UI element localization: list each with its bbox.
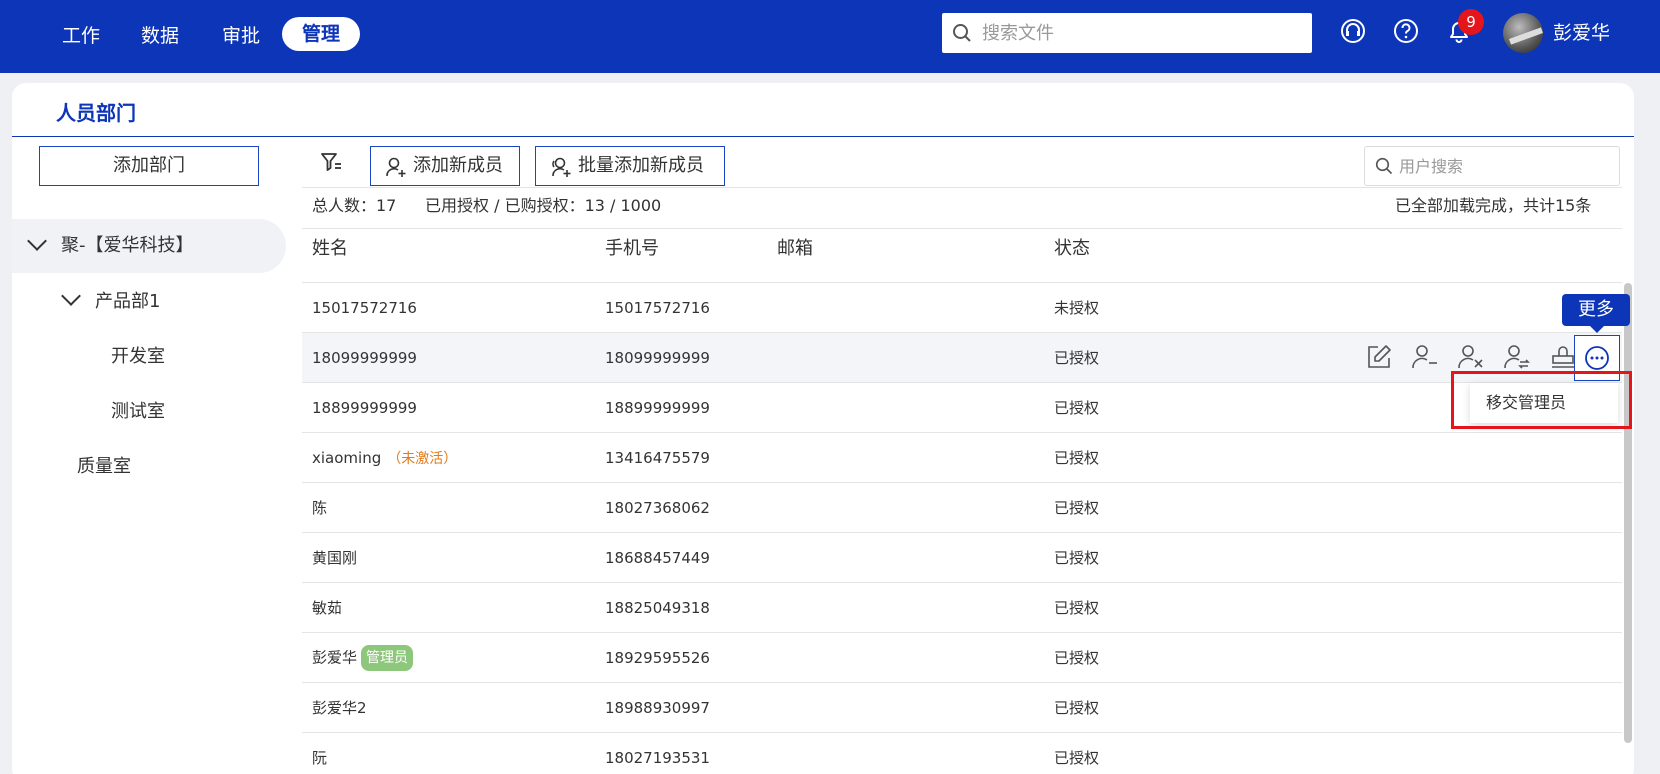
table-row[interactable]: 敏茹 18825049318 已授权 xyxy=(302,583,1622,633)
avatar[interactable] xyxy=(1503,13,1543,53)
table-row[interactable]: 阮 18027193531 已授权 xyxy=(302,733,1622,774)
file-search-input[interactable] xyxy=(982,13,1302,53)
help-icon[interactable] xyxy=(1392,17,1420,45)
nav-approval[interactable]: 审批 xyxy=(222,20,260,52)
chevron-down-icon[interactable] xyxy=(27,231,47,251)
add-user-icon xyxy=(386,157,406,177)
notification-badge: 9 xyxy=(1458,9,1484,35)
tree-item-test-room[interactable]: 测试室 xyxy=(111,399,165,425)
main-panel: 人员部门 添加部门 聚-【爱华科技】 产品部1 开发室 测试室 质量室 添加新成… xyxy=(12,83,1634,774)
table-row[interactable]: 黄国刚 18688457449 已授权 xyxy=(302,533,1622,583)
headset-icon[interactable] xyxy=(1339,17,1367,45)
user-name: xiaoming xyxy=(312,449,382,467)
cell-status: 已授权 xyxy=(1054,499,1100,517)
divider xyxy=(302,187,1622,188)
tree-item-dev-room[interactable]: 开发室 xyxy=(111,344,165,370)
cell-status: 已授权 xyxy=(1054,349,1100,367)
column-header-phone[interactable]: 手机号 xyxy=(605,237,659,261)
username[interactable]: 彭爱华 xyxy=(1553,20,1610,46)
table-row[interactable]: 15017572716 15017572716 未授权 xyxy=(302,283,1622,333)
cell-phone: 18929595526 xyxy=(605,649,710,667)
search-icon xyxy=(953,24,971,42)
highlight-box xyxy=(1451,371,1632,429)
license-usage: 已用授权 / 已购授权：13 / 1000 xyxy=(425,196,662,215)
column-header-email[interactable]: 邮箱 xyxy=(777,237,813,261)
top-navbar: 工作 数据 审批 管理 9 彭爱华 xyxy=(0,0,1660,73)
scrollbar[interactable] xyxy=(1624,283,1632,743)
search-icon xyxy=(1375,157,1393,175)
cell-name: 阮 xyxy=(312,749,328,767)
user-search[interactable] xyxy=(1364,146,1620,186)
cell-name: 彭爱华 管理员 xyxy=(312,645,414,671)
tree-root-item[interactable]: 聚-【爱华科技】 xyxy=(12,219,286,273)
cell-phone: 18027193531 xyxy=(605,749,710,767)
more-icon xyxy=(1585,346,1609,370)
file-search[interactable] xyxy=(942,13,1312,53)
filter-icon[interactable] xyxy=(319,150,343,174)
cell-phone: 18027368062 xyxy=(605,499,710,517)
remove-user-icon[interactable] xyxy=(1410,342,1440,372)
transfer-user-icon[interactable] xyxy=(1502,342,1532,372)
chevron-down-icon[interactable] xyxy=(61,286,81,306)
tree-root-label: 聚-【爱华科技】 xyxy=(61,235,194,256)
nav-management[interactable]: 管理 xyxy=(282,17,361,51)
nav-work[interactable]: 工作 xyxy=(62,20,100,52)
batch-add-user-icon xyxy=(552,157,571,177)
cell-status: 已授权 xyxy=(1054,599,1100,617)
add-department-button[interactable]: 添加部门 xyxy=(39,146,259,186)
cell-name: 陈 xyxy=(312,499,328,517)
cell-status: 已授权 xyxy=(1054,449,1100,467)
cell-phone: 13416475579 xyxy=(605,449,710,467)
cell-name: xiaoming （未激活） xyxy=(312,447,457,470)
tree-item-product-dept[interactable]: 产品部1 xyxy=(95,289,160,315)
cell-name: 彭爱华2 xyxy=(312,699,367,717)
cell-name: 敏茹 xyxy=(312,599,343,617)
divider xyxy=(302,228,1622,229)
add-member-label: 添加新成员 xyxy=(413,155,503,176)
cell-status: 已授权 xyxy=(1054,549,1100,567)
tree-item-quality-room[interactable]: 质量室 xyxy=(77,454,131,480)
user-search-input[interactable] xyxy=(1399,147,1609,185)
cell-phone: 18988930997 xyxy=(605,699,710,717)
cell-status: 未授权 xyxy=(1054,299,1100,317)
cell-status: 已授权 xyxy=(1054,399,1100,417)
delete-user-icon[interactable] xyxy=(1456,342,1486,372)
cell-phone: 18825049318 xyxy=(605,599,710,617)
cell-phone: 15017572716 xyxy=(605,299,710,317)
cell-name: 15017572716 xyxy=(312,299,417,317)
table-row[interactable]: xiaoming （未激活） 13416475579 已授权 xyxy=(302,433,1622,483)
cell-phone: 18688457449 xyxy=(605,549,710,567)
total-count: 总人数：17 xyxy=(312,196,397,215)
table-row[interactable]: 18899999999 18899999999 已授权 xyxy=(302,383,1622,433)
user-name: 彭爱华 xyxy=(312,648,358,667)
table-row[interactable]: 彭爱华2 18988930997 已授权 xyxy=(302,683,1622,733)
batch-add-member-label: 批量添加新成员 xyxy=(578,155,704,176)
cell-status: 已授权 xyxy=(1054,649,1100,667)
more-tooltip: 更多 xyxy=(1562,294,1630,333)
nav-data[interactable]: 数据 xyxy=(141,20,179,52)
add-member-button[interactable]: 添加新成员 xyxy=(370,146,520,186)
cell-status: 已授权 xyxy=(1054,749,1100,767)
cell-status: 已授权 xyxy=(1054,699,1100,717)
batch-add-member-button[interactable]: 批量添加新成员 xyxy=(535,146,725,186)
edit-icon[interactable] xyxy=(1364,342,1394,372)
page-title: 人员部门 xyxy=(56,101,136,125)
load-status: 已全部加载完成，共计15条 xyxy=(1395,196,1592,215)
table-row[interactable]: 18099999999 18099999999 已授权 xyxy=(302,333,1622,383)
inactive-label: （未激活） xyxy=(387,451,458,467)
table-row[interactable]: 彭爱华 管理员 18929595526 已授权 xyxy=(302,633,1622,683)
column-header-status[interactable]: 状态 xyxy=(1054,237,1090,261)
column-header-name[interactable]: 姓名 xyxy=(312,237,348,261)
cell-name: 黄国刚 xyxy=(312,549,358,567)
table-row[interactable]: 陈 18027368062 已授权 xyxy=(302,483,1622,533)
cell-phone: 18099999999 xyxy=(605,349,710,367)
cell-name: 18099999999 xyxy=(312,349,417,367)
admin-badge: 管理员 xyxy=(361,645,414,671)
cell-phone: 18899999999 xyxy=(605,399,710,417)
cell-name: 18899999999 xyxy=(312,399,417,417)
title-divider xyxy=(12,136,1634,137)
